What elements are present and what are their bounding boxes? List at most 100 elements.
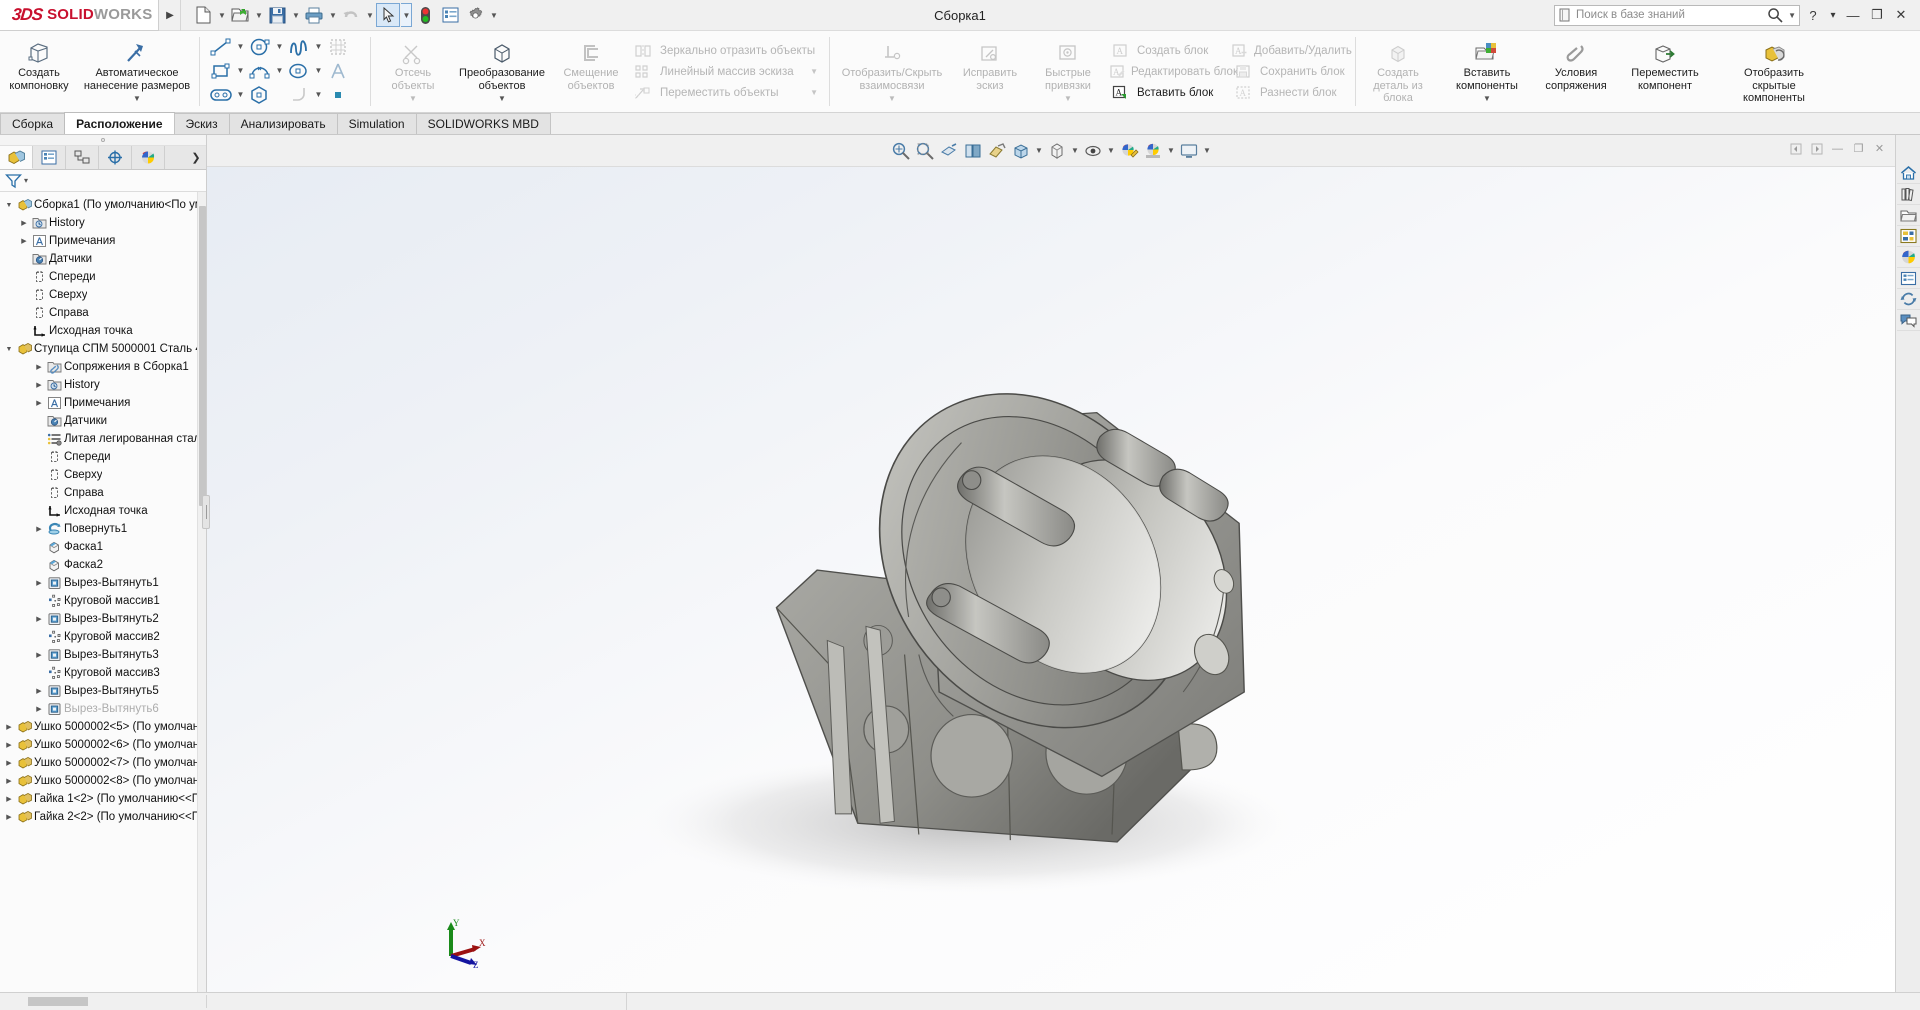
ellipse-caret[interactable]: ▼ [313,66,324,75]
scene-eye-button[interactable] [1081,139,1105,163]
rebuild-button[interactable] [413,3,437,27]
doc-prev-button[interactable] [1786,139,1805,158]
doc-close-button[interactable]: ✕ [1870,139,1889,158]
appearance-cube-button[interactable] [1045,139,1069,163]
appearance-brush-button[interactable] [1117,139,1141,163]
tree-item[interactable]: ▶ Повернуть1 [0,520,206,538]
spline-caret[interactable]: ▼ [313,42,324,51]
monitor-caret[interactable]: ▼ [1201,139,1213,163]
scene-eye-caret[interactable]: ▼ [1105,139,1117,163]
view-orientation-button[interactable] [961,139,985,163]
tree-expand-icon[interactable]: ▶ [3,777,15,785]
appearance-sphere-icon[interactable] [1896,247,1920,268]
feature-tree[interactable]: ▼ Сборка1 (По умолчанию<По умолчан ▶ Histor… [0,192,206,992]
tree-item[interactable]: ▶ Ушко 5000002<8> (По умолчанию [0,772,206,790]
grid-icon[interactable] [324,35,352,58]
polygon-icon[interactable] [246,83,274,106]
library-books-icon[interactable] [1896,184,1920,205]
property-manager-tab[interactable] [33,146,66,169]
tree-item[interactable]: ▶ Ушко 5000002<7> (По умолчанию [0,754,206,772]
tab-evaluate[interactable]: Анализировать [228,113,338,134]
doc-minimize-button[interactable]: — [1828,139,1847,158]
menu-expand-arrow[interactable]: ▶ [159,0,182,31]
line-caret[interactable]: ▼ [235,42,246,51]
display-style-button[interactable] [985,139,1009,163]
tree-item[interactable]: Спереди [0,268,206,286]
help-button[interactable]: ? [1802,3,1824,27]
tree-expand-icon[interactable]: ▶ [33,651,45,659]
tree-item[interactable]: ▶ Гайка 1<2> (По умолчанию<<По [0,790,206,808]
insert-components-caret[interactable]: ▼ [1483,95,1491,103]
mirror-entities-item[interactable]: Зеркально отразить объекты [632,40,824,61]
tree-expand-icon[interactable]: ▶ [18,237,30,245]
sync-arrows-icon[interactable] [1896,289,1920,310]
sketch-fillet-icon[interactable] [285,83,313,106]
tree-item[interactable]: Справа [0,484,206,502]
doc-restore-button[interactable]: ❐ [1849,139,1868,158]
quick-snaps-button[interactable]: Быстрые привязки ▼ [1029,33,1107,110]
circle-caret[interactable]: ▼ [274,42,285,51]
new-document-button[interactable] [191,3,215,27]
select-cursor-caret[interactable]: ▼ [401,3,413,27]
tree-item[interactable]: Спереди [0,448,206,466]
rectangle-caret[interactable]: ▼ [235,66,246,75]
appearance-cube-caret[interactable]: ▼ [1069,139,1081,163]
make-part-from-block-button[interactable]: Создать деталь из блока [1359,33,1437,110]
select-cursor-button[interactable] [376,3,401,27]
tree-item[interactable]: ▶ History [0,376,206,394]
offset-entities-button[interactable]: Смещение объектов [552,33,630,110]
tree-item[interactable]: Справа [0,304,206,322]
auto-dimension-caret[interactable]: ▼ [133,95,141,103]
slot-caret[interactable]: ▼ [235,90,246,99]
tree-expand-icon[interactable]: ▶ [33,381,45,389]
tree-item[interactable]: ▶ Вырез-Вытянуть5 [0,682,206,700]
tree-item[interactable]: Фаска2 [0,556,206,574]
make-block-item[interactable]: A Создать блок [1109,40,1228,61]
gear-icon[interactable] [463,3,487,27]
options-caret[interactable]: ▼ [488,3,499,27]
help-caret[interactable]: ▾ [1826,3,1840,27]
tree-item[interactable]: ▶ Вырез-Вытянуть6 [0,700,206,718]
linear-pattern-item[interactable]: Линейный массив эскиза ▼ [632,61,824,82]
close-window-button[interactable]: ✕ [1890,3,1912,27]
convert-entities-caret[interactable]: ▼ [498,95,506,103]
print-document-button[interactable] [302,3,326,27]
tree-item[interactable]: ▶ Вырез-Вытянуть3 [0,646,206,664]
move-entities-item[interactable]: Переместить объекты ▼ [632,82,824,103]
tree-expand-icon[interactable]: ▶ [3,759,15,767]
tree-item[interactable]: Круговой массив3 [0,664,206,682]
ellipse-icon[interactable] [285,59,313,82]
tree-item[interactable]: Датчики [0,412,206,430]
tab-assembly[interactable]: Сборка [0,113,66,134]
insert-components-button[interactable]: Вставить компоненты ▼ [1437,33,1537,110]
custom-properties-icon[interactable] [1896,268,1920,289]
tree-item[interactable]: Круговой массив2 [0,628,206,646]
file-properties-button[interactable] [438,3,462,27]
print-document-caret[interactable]: ▼ [327,3,338,27]
open-document-caret[interactable]: ▼ [253,3,264,27]
rectangle-icon[interactable] [207,59,235,82]
display-relations-caret[interactable]: ▼ [888,95,896,103]
tree-item[interactable]: ▶ Примечания [0,394,206,412]
arc-3point-icon[interactable] [246,59,274,82]
comments-icon[interactable] [1896,310,1920,331]
filter-caret[interactable]: ▾ [24,176,28,185]
panel-grip[interactable] [0,135,206,146]
tree-expand-icon[interactable]: ▶ [33,705,45,713]
section-view-button[interactable] [937,139,961,163]
zoom-to-area-button[interactable] [913,139,937,163]
mate-conditions-button[interactable]: Условия сопряжения [1537,33,1615,110]
save-document-button[interactable] [265,3,289,27]
tree-expand-icon[interactable]: ▶ [3,741,15,749]
trim-entities-button[interactable]: Отсечь объекты ▼ [374,33,452,110]
display-relations-button[interactable]: Отобразить/Скрыть взаимосвязи ▼ [833,33,951,110]
tree-expand-icon[interactable]: ▶ [33,687,45,695]
tree-item[interactable]: ▶ Гайка 2<2> (По умолчанию<<По [0,808,206,826]
dimxpert-manager-tab[interactable] [99,146,132,169]
create-layout-button[interactable]: Создать компоновку [0,33,78,110]
tree-expand-icon[interactable]: ▶ [33,615,45,623]
tree-expand-icon[interactable]: ▶ [3,723,15,731]
tab-simulation[interactable]: Simulation [336,113,417,134]
tree-expand-icon[interactable]: ▶ [33,399,45,407]
tree-horizontal-scrollbar[interactable] [0,995,207,1008]
